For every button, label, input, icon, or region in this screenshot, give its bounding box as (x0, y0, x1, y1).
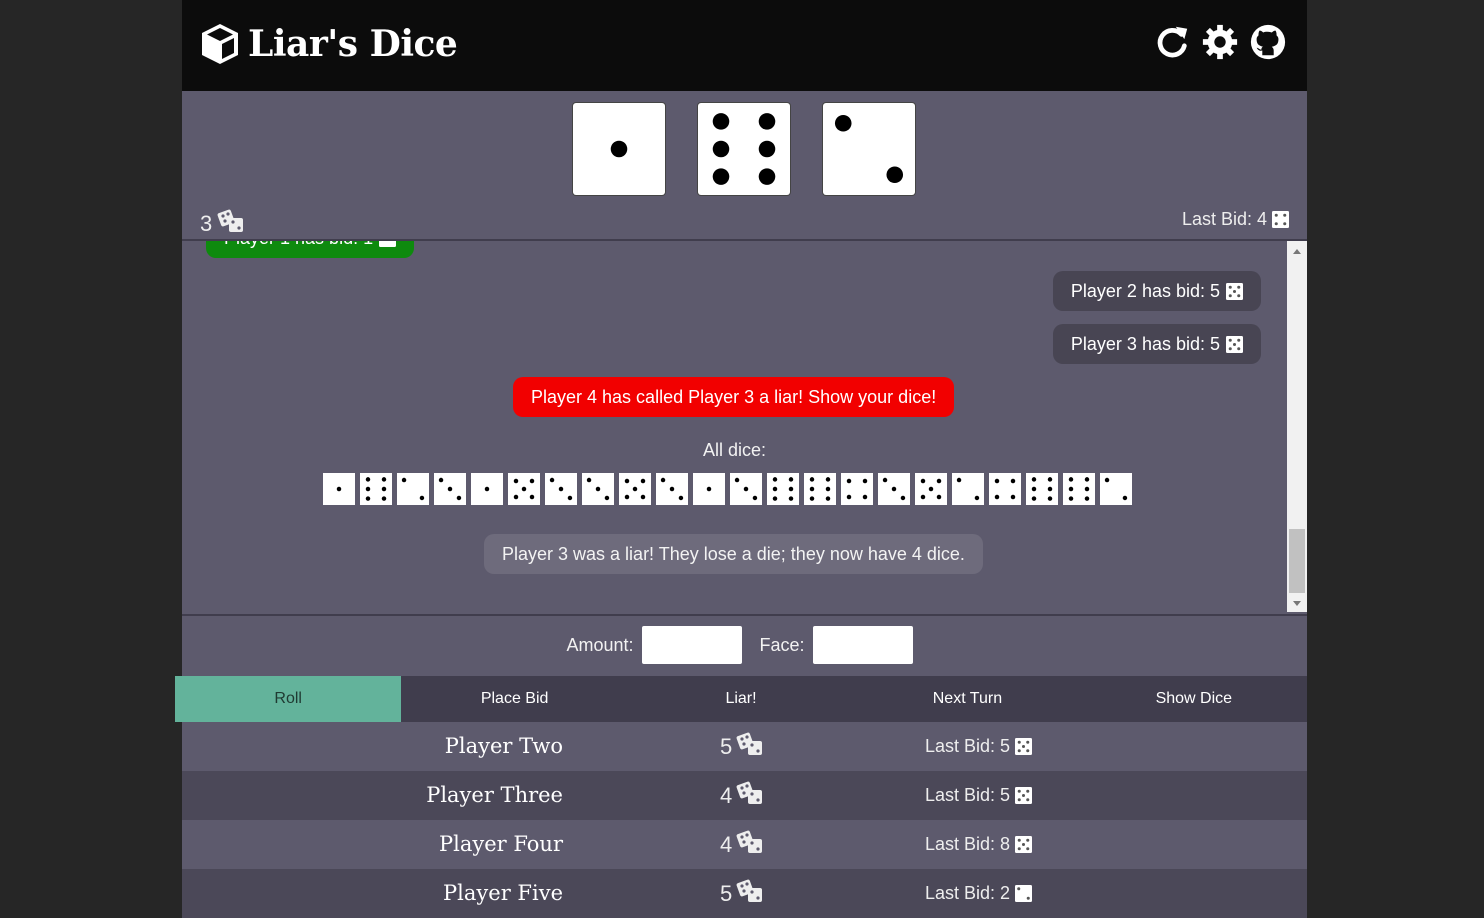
last-bid: Last Bid: 4 (1182, 209, 1289, 230)
liar-call-message: Player 4 has called Player 3 a liar! Sho… (513, 377, 955, 417)
player-name: Player Five (443, 881, 563, 905)
last-bid-text: Last Bid: 4 (1181, 209, 1267, 229)
game-log[interactable]: Player 1 has bid: 1 Player 2 has bid: 5 … (182, 239, 1307, 616)
result-message: Player 3 was a liar! They lose a die; th… (484, 534, 983, 574)
revealed-die (323, 473, 355, 505)
player-name: Player Three (426, 783, 563, 807)
last-bid-face-icon (1272, 211, 1289, 228)
scroll-up-arrow-icon[interactable] (1293, 249, 1301, 254)
dice-pair-icon (735, 879, 765, 909)
amount-label: Amount: (566, 634, 634, 655)
log-message: Player 2 has bid: 5 (1052, 271, 1261, 311)
all-dice-label: All dice: (702, 440, 767, 460)
player-row: Player Four 4 Last Bid: 8 (182, 820, 1307, 869)
bid-form: Amount: Face: (182, 614, 1307, 676)
player-last-bid: Last Bid: 2 (925, 869, 1033, 918)
place-bid-button[interactable]: Place Bid (401, 676, 628, 722)
dice-count: 3 (200, 209, 246, 239)
revealed-die (1100, 473, 1132, 505)
player-dice-count: 4 (720, 771, 765, 820)
revealed-die (619, 473, 651, 505)
revealed-die (582, 473, 614, 505)
revealed-die (693, 473, 725, 505)
all-dice-row (323, 473, 1132, 505)
player-last-bid: Last Bid: 8 (925, 820, 1033, 869)
bid-face-icon (1015, 787, 1033, 804)
amount-input[interactable] (641, 626, 742, 664)
revealed-die (841, 473, 873, 505)
dice-pair-icon (216, 209, 246, 239)
header-bar: Liar's Dice (182, 0, 1307, 91)
player-name: Player Four (438, 832, 563, 856)
header-actions (1153, 22, 1287, 62)
revealed-die (989, 473, 1021, 505)
revealed-die (397, 473, 429, 505)
player-row: Player Five 5 Last Bid: 2 (182, 869, 1307, 918)
revealed-die (767, 473, 799, 505)
revealed-die (656, 473, 688, 505)
revealed-die (915, 473, 947, 505)
revealed-die (804, 473, 836, 505)
revealed-die (878, 473, 910, 505)
action-buttons: Roll Place Bid Liar! Next Turn Show Dice (175, 676, 1308, 722)
dice-pair-icon (735, 830, 765, 860)
hand-die-1 (573, 103, 665, 195)
face-label: Face: (759, 634, 805, 655)
player-row: Player Three 4 Last Bid: 5 (182, 771, 1307, 820)
bid-face-icon (1226, 282, 1243, 300)
player-dice-count: 5 (720, 722, 765, 771)
player-dice-count: 5 (720, 869, 765, 918)
revealed-die (730, 473, 762, 505)
game-container: Liar's Dice 3 Last Bid: 4 Player 2 has b… (175, 0, 1308, 918)
bid-face-icon (1015, 836, 1033, 853)
revealed-die (1026, 473, 1058, 505)
roll-button[interactable]: Roll (175, 676, 402, 722)
bid-face-icon (1015, 885, 1033, 902)
github-icon[interactable] (1249, 22, 1287, 62)
revealed-die (1063, 473, 1095, 505)
player-last-bid: Last Bid: 5 (925, 722, 1033, 771)
revealed-die (434, 473, 466, 505)
revealed-die (952, 473, 984, 505)
log-message: Player 3 has bid: 5 (1052, 324, 1261, 364)
scroll-thumb[interactable] (1289, 529, 1305, 593)
refresh-icon[interactable] (1153, 22, 1191, 62)
face-input[interactable] (812, 626, 913, 664)
bid-face-icon (379, 241, 397, 247)
player-dice-count: 4 (720, 820, 765, 869)
player-name: Player Two (444, 734, 563, 758)
next-turn-button[interactable]: Next Turn (854, 676, 1081, 722)
cube-logo-icon (202, 24, 238, 64)
revealed-die (360, 473, 392, 505)
hand-die-2 (698, 103, 790, 195)
brand: Liar's Dice (200, 20, 458, 68)
player-last-bid: Last Bid: 5 (925, 771, 1033, 820)
dice-pair-icon (735, 732, 765, 762)
revealed-die (471, 473, 503, 505)
scroll-down-arrow-icon[interactable] (1293, 601, 1301, 606)
players-table: Player Two 5 Last Bid: 5 Player Three 4 … (182, 722, 1307, 918)
bid-face-icon (1015, 738, 1033, 755)
revealed-die (545, 473, 577, 505)
hand-die-3 (823, 103, 915, 195)
log-scrollbar[interactable] (1287, 241, 1307, 612)
dice-pair-icon (735, 781, 765, 811)
liar-button[interactable]: Liar! (627, 676, 855, 722)
player-hand: 3 Last Bid: 4 (182, 91, 1307, 239)
dice-count-value: 3 (200, 211, 213, 236)
log-message: Player 1 has bid: 1 (206, 241, 415, 258)
show-dice-button[interactable]: Show Dice (1080, 676, 1308, 722)
settings-gear-icon[interactable] (1201, 22, 1239, 62)
player-row: Player Two 5 Last Bid: 5 (182, 722, 1307, 771)
app-title: Liar's Dice (248, 23, 458, 65)
revealed-die (508, 473, 540, 505)
bid-face-icon (1226, 335, 1243, 353)
